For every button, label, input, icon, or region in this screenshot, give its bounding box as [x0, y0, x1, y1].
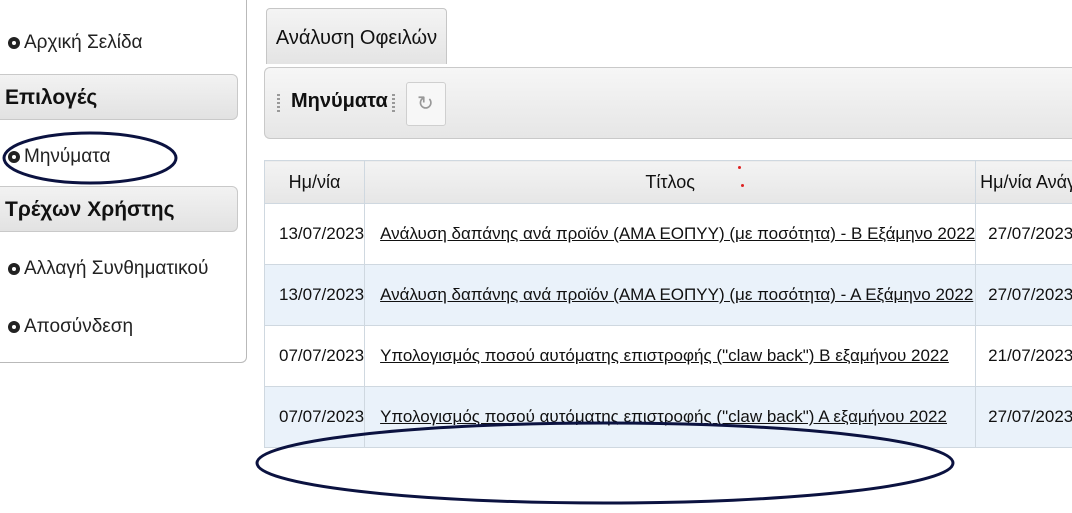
annotation-dot: [738, 166, 741, 169]
cell-received-date: 27/07/2023 1:: [975, 203, 1072, 265]
message-link[interactable]: Ανάλυση δαπάνης ανά προϊόν (ΑΜΑ ΕΟΠΥΥ) (…: [380, 224, 975, 243]
table-row[interactable]: 13/07/2023 Ανάλυση δαπάνης ανά προϊόν (Α…: [263, 264, 1072, 326]
tab-debt-analysis[interactable]: Ανάλυση Οφειλών: [266, 8, 447, 64]
annotation-dot: [741, 184, 744, 187]
table-row[interactable]: 07/07/2023 Υπολογισμός ποσού αυτόματης ε…: [263, 325, 1072, 387]
options-header: Επιλογές: [0, 74, 238, 120]
cell-received-date: 21/07/2023 1:: [975, 325, 1072, 387]
refresh-button[interactable]: ↻: [406, 82, 446, 126]
gear-icon: [8, 321, 20, 333]
sidebar-item-label: Αρχική Σελίδα: [24, 32, 143, 53]
current-user-header: Τρέχων Χρήστης: [0, 186, 238, 232]
column-header-title[interactable]: Τίτλος: [364, 160, 977, 204]
message-link[interactable]: Ανάλυση δαπάνης ανά προϊόν (ΑΜΑ ΕΟΠΥΥ) (…: [380, 285, 973, 304]
column-header-received-date[interactable]: Ημ/νία Ανάγ: [975, 160, 1072, 204]
table-header-row: Ημ/νία Τίτλος Ημ/νία Ανάγ: [263, 160, 1072, 204]
cell-received-date: 27/07/2023 1:: [975, 264, 1072, 326]
refresh-icon: ↻: [417, 93, 434, 115]
cell-date: 13/07/2023: [263, 264, 366, 326]
sidebar-item-label: Αποσύνδεση: [24, 316, 134, 337]
annotation-ellipse-last-row: [255, 421, 955, 505]
message-link[interactable]: Υπολογισμός ποσού αυτόματης επιστροφής (…: [380, 346, 949, 365]
panel-title: Μηνύματα: [291, 90, 388, 112]
column-header-date[interactable]: Ημ/νία: [263, 160, 366, 204]
cell-date: 13/07/2023: [263, 203, 366, 265]
annotation-ellipse-messages: [2, 131, 178, 185]
sidebar-item-label: Αλλαγή Συνθηματικού: [24, 258, 209, 279]
messages-table: Ημ/νία Τίτλος Ημ/νία Ανάγ 13/07/2023 Ανά…: [263, 160, 1072, 448]
sidebar-item-change-password[interactable]: Αλλαγή Συνθηματικού: [8, 258, 208, 280]
messages-panel-header: Μηνύματα ↻: [264, 67, 1072, 139]
grip-handle: [277, 94, 280, 114]
sidebar-item-home[interactable]: Αρχική Σελίδα: [8, 32, 143, 54]
cell-date: 07/07/2023: [263, 325, 366, 387]
gear-icon: [8, 263, 20, 275]
cell-received-date: 27/07/2023 1:: [975, 386, 1072, 448]
sidebar-item-logout[interactable]: Αποσύνδεση: [8, 316, 133, 338]
table-row[interactable]: 13/07/2023 Ανάλυση δαπάνης ανά προϊόν (Α…: [263, 203, 1072, 265]
gear-icon: [8, 37, 20, 49]
grip-handle: [392, 94, 395, 114]
